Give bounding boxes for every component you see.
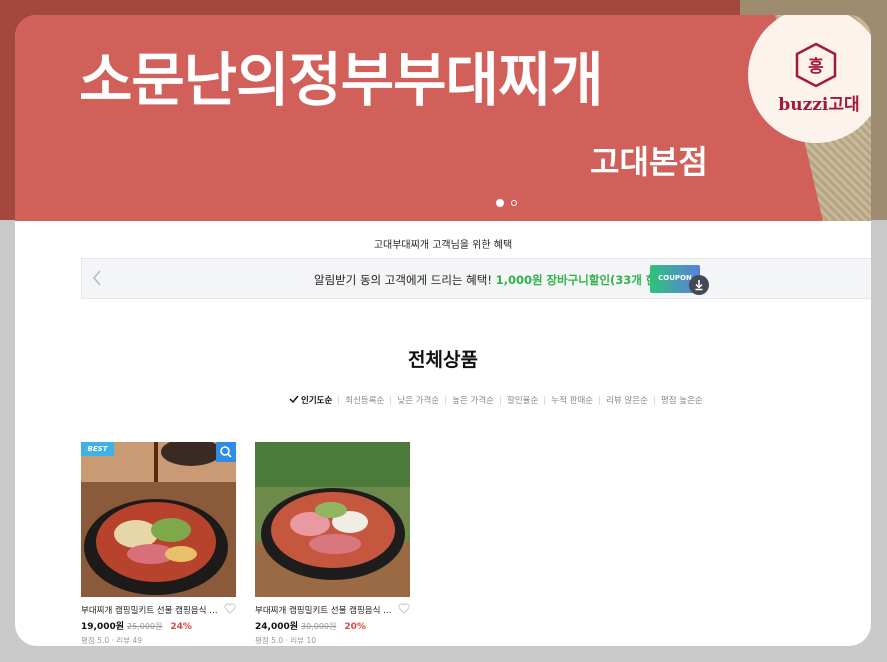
- catalog-title: 전체상품: [408, 349, 478, 371]
- food-photo: [81, 442, 236, 597]
- price: 19,000원: [81, 622, 125, 632]
- product-image[interactable]: BEST: [81, 442, 236, 597]
- sort-newest[interactable]: 최신등록순: [339, 394, 390, 406]
- banner-title: 소문난의정부부대찌개: [79, 46, 604, 114]
- best-badge: BEST: [81, 442, 114, 456]
- product-card[interactable]: 부대찌개 캠핑밀키트 선물 캠핑음식 추천 24,000원 30,000원 20% …: [255, 442, 410, 645]
- sort-highest-price[interactable]: 높은 가격순: [446, 394, 500, 406]
- discount-rate: 20%: [344, 622, 366, 632]
- price-row: 19,000원 25,000원 24%: [81, 619, 192, 632]
- heart-icon[interactable]: [398, 603, 410, 614]
- rating: 평점 5.0: [255, 636, 284, 645]
- review-count: 리뷰 49: [116, 636, 143, 645]
- coupon-banner[interactable]: 알림받기 동의 고객에게 드리는 혜택! 1,000원 장바구니할인(33개 한…: [81, 258, 871, 299]
- product-image[interactable]: [255, 442, 410, 597]
- store-page: 소문난의정부부대찌개 고대본점 흥 buzzi고대 고대부대찌개 고객님을 위한…: [15, 15, 871, 646]
- sort-sales[interactable]: 누적 판매순: [545, 394, 599, 406]
- sort-options: 인기도순 최신등록순 낮은 가격순 높은 가격순 할인율순 누적 판매순 리뷰 …: [283, 393, 709, 407]
- sort-discount[interactable]: 할인율순: [501, 394, 544, 406]
- original-price: 25,000원: [127, 622, 163, 631]
- rating: 평점 5.0: [81, 636, 110, 645]
- logo-mark: 흥: [808, 56, 824, 77]
- check-icon: [289, 395, 299, 404]
- discount-rate: 24%: [170, 622, 192, 632]
- download-icon[interactable]: [689, 275, 709, 295]
- coupon-text-prefix: 알림받기 동의 고객에게 드리는 혜택!: [314, 273, 492, 287]
- original-price: 30,000원: [301, 622, 337, 631]
- heart-icon[interactable]: [224, 603, 236, 614]
- coupon-text: 알림받기 동의 고객에게 드리는 혜택! 1,000원 장바구니할인(33개 한…: [314, 272, 672, 288]
- food-photo: [255, 442, 410, 597]
- product-card[interactable]: BEST 부대찌개 캠핑밀키트 선물 캠핑음식 추천 19,000원 25,000…: [81, 442, 236, 645]
- review-count: 리뷰 10: [290, 636, 317, 645]
- sort-rating[interactable]: 평점 높은순: [655, 394, 709, 406]
- slide-dot-2[interactable]: [511, 200, 517, 206]
- sort-label: 인기도순: [301, 396, 333, 406]
- sort-lowest-price[interactable]: 낮은 가격순: [391, 394, 445, 406]
- logo-text: buzzi고대: [778, 95, 860, 115]
- product-name[interactable]: 부대찌개 캠핑밀키트 선물 캠핑음식 추천: [81, 604, 221, 616]
- product-meta: 평점 5.0 · 리뷰 10: [255, 636, 317, 645]
- slide-dot-1[interactable]: [496, 199, 504, 207]
- chevron-left-icon[interactable]: [92, 267, 110, 289]
- coupon-text-highlight: 1,000원 장바구니할인(33개 한정): [495, 273, 673, 287]
- banner-subtitle: 고대본점: [590, 143, 708, 181]
- product-meta: 평점 5.0 · 리뷰 49: [81, 636, 143, 645]
- price-row: 24,000원 30,000원 20%: [255, 619, 366, 632]
- store-logo: 흥 buzzi고대: [748, 15, 871, 143]
- hexagon-logo-icon: 흥: [795, 42, 837, 88]
- sort-popular[interactable]: 인기도순: [283, 394, 338, 406]
- zoom-icon[interactable]: [216, 442, 236, 462]
- benefits-title: 고대부대찌개 고객님을 위한 혜택: [373, 240, 513, 251]
- product-name[interactable]: 부대찌개 캠핑밀키트 선물 캠핑음식 추천: [255, 604, 395, 616]
- sort-reviews[interactable]: 리뷰 많은순: [600, 394, 654, 406]
- price: 24,000원: [255, 622, 299, 632]
- hero-banner[interactable]: 소문난의정부부대찌개 고대본점 흥 buzzi고대: [15, 15, 871, 221]
